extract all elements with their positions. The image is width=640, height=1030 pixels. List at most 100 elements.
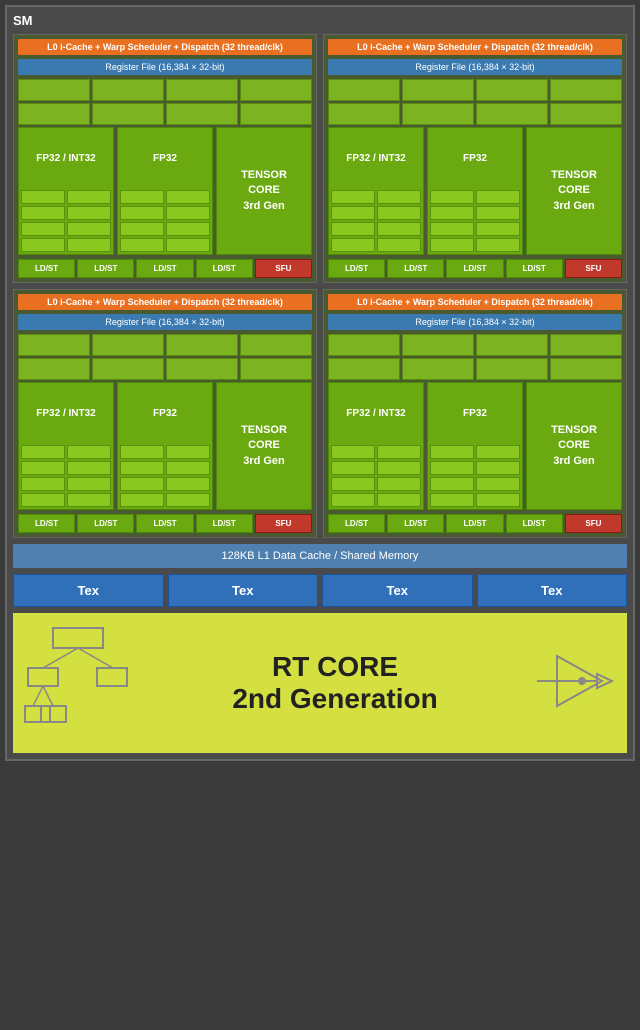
green-cell bbox=[18, 103, 90, 125]
small-cell bbox=[67, 461, 111, 475]
l1-cache-bar: 128KB L1 Data Cache / Shared Memory bbox=[13, 544, 627, 568]
small-cell bbox=[21, 238, 65, 252]
green-cell bbox=[550, 358, 622, 380]
sfu-2: SFU bbox=[565, 259, 622, 278]
small-cell bbox=[430, 493, 474, 507]
ld-st-4: LD/ST bbox=[196, 259, 253, 278]
tex-unit-4: Tex bbox=[477, 574, 628, 607]
small-cell bbox=[377, 477, 421, 491]
small-cell bbox=[120, 461, 164, 475]
fp32-int32-cells-1 bbox=[19, 188, 113, 254]
rt-core-diagrams bbox=[23, 623, 133, 743]
fp32-int32-col-4: FP32 / INT32 bbox=[328, 382, 424, 510]
small-cell bbox=[166, 445, 210, 459]
green-cell bbox=[18, 334, 90, 356]
fp32-col-3: FP32 bbox=[117, 382, 213, 510]
green-cell bbox=[402, 79, 474, 101]
ld-st-8: LD/ST bbox=[506, 259, 563, 278]
l0-cache-bar-2: L0 i-Cache + Warp Scheduler + Dispatch (… bbox=[328, 39, 622, 55]
small-cell bbox=[377, 190, 421, 204]
tensor-col-3: TENSORCORE3rd Gen bbox=[216, 382, 312, 510]
small-cell bbox=[21, 477, 65, 491]
small-cell bbox=[67, 445, 111, 459]
tensor-col-1: TENSORCORE3rd Gen bbox=[216, 127, 312, 255]
top-cells-3 bbox=[18, 334, 312, 380]
rt-core-text: RT CORE 2nd Generation bbox=[153, 651, 517, 715]
ld-st-5: LD/ST bbox=[328, 259, 385, 278]
green-cell bbox=[18, 79, 90, 101]
green-cell bbox=[402, 103, 474, 125]
ld-st-14: LD/ST bbox=[387, 514, 444, 533]
small-cell bbox=[430, 238, 474, 252]
tex-unit-2: Tex bbox=[168, 574, 319, 607]
small-cell bbox=[120, 222, 164, 236]
small-cell bbox=[120, 206, 164, 220]
quadrant-1: L0 i-Cache + Warp Scheduler + Dispatch (… bbox=[13, 34, 317, 283]
compute-cols-3: FP32 / INT32 FP32 bbox=[18, 382, 312, 510]
small-cell bbox=[67, 190, 111, 204]
green-cell bbox=[476, 334, 548, 356]
small-cell bbox=[331, 222, 375, 236]
small-cell bbox=[476, 445, 520, 459]
quadrant-3: L0 i-Cache + Warp Scheduler + Dispatch (… bbox=[13, 289, 317, 538]
small-cell bbox=[430, 206, 474, 220]
small-cell bbox=[476, 461, 520, 475]
green-cell bbox=[18, 358, 90, 380]
green-cell bbox=[476, 358, 548, 380]
l0-cache-bar-3: L0 i-Cache + Warp Scheduler + Dispatch (… bbox=[18, 294, 312, 310]
quadrant-2: L0 i-Cache + Warp Scheduler + Dispatch (… bbox=[323, 34, 627, 283]
small-cell bbox=[476, 206, 520, 220]
compute-cols-1: FP32 / INT32 FP32 bbox=[18, 127, 312, 255]
small-cell bbox=[120, 190, 164, 204]
ld-st-row-2: LD/ST LD/ST LD/ST LD/ST SFU bbox=[328, 259, 622, 278]
register-file-bar-3: Register File (16,384 × 32-bit) bbox=[18, 314, 312, 330]
fp32-int32-col-3: FP32 / INT32 bbox=[18, 382, 114, 510]
ld-st-15: LD/ST bbox=[446, 514, 503, 533]
sfu-4: SFU bbox=[565, 514, 622, 533]
small-cell bbox=[331, 190, 375, 204]
small-cell bbox=[377, 461, 421, 475]
fp32-int32-label-4: FP32 / INT32 bbox=[329, 383, 423, 443]
tensor-col-2: TENSORCORE3rd Gen bbox=[526, 127, 622, 255]
small-cell bbox=[21, 222, 65, 236]
rt-core-arrow-diagram bbox=[527, 641, 617, 726]
fp32-int32-label-2: FP32 / INT32 bbox=[329, 128, 423, 188]
top-cells-2 bbox=[328, 79, 622, 125]
fp32-col-1: FP32 bbox=[117, 127, 213, 255]
small-cell bbox=[377, 493, 421, 507]
ld-st-row-1: LD/ST LD/ST LD/ST LD/ST SFU bbox=[18, 259, 312, 278]
tex-unit-3: Tex bbox=[322, 574, 473, 607]
ld-st-12: LD/ST bbox=[196, 514, 253, 533]
sfu-1: SFU bbox=[255, 259, 312, 278]
green-cell bbox=[328, 103, 400, 125]
small-cell bbox=[166, 190, 210, 204]
ld-st-2: LD/ST bbox=[77, 259, 134, 278]
fp32-cells-3 bbox=[118, 443, 212, 509]
fp32-cells-2 bbox=[428, 188, 522, 254]
small-cell bbox=[166, 493, 210, 507]
small-cell bbox=[476, 477, 520, 491]
small-cell bbox=[476, 222, 520, 236]
register-file-bar-2: Register File (16,384 × 32-bit) bbox=[328, 59, 622, 75]
green-cell bbox=[166, 103, 238, 125]
small-cell bbox=[166, 238, 210, 252]
fp32-label-2: FP32 bbox=[428, 128, 522, 188]
small-cell bbox=[67, 222, 111, 236]
small-cell bbox=[120, 477, 164, 491]
tex-unit-1: Tex bbox=[13, 574, 164, 607]
ld-st-1: LD/ST bbox=[18, 259, 75, 278]
register-file-bar-4: Register File (16,384 × 32-bit) bbox=[328, 314, 622, 330]
top-cells-4 bbox=[328, 334, 622, 380]
tensor-label-1: TENSORCORE3rd Gen bbox=[241, 168, 287, 214]
ld-st-7: LD/ST bbox=[446, 259, 503, 278]
l0-cache-bar-4: L0 i-Cache + Warp Scheduler + Dispatch (… bbox=[328, 294, 622, 310]
ld-st-13: LD/ST bbox=[328, 514, 385, 533]
sm-container: SM L0 i-Cache + Warp Scheduler + Dispatc… bbox=[5, 5, 635, 761]
small-cell bbox=[331, 461, 375, 475]
small-cell bbox=[21, 461, 65, 475]
top-cells-1 bbox=[18, 79, 312, 125]
tensor-col-4: TENSORCORE3rd Gen bbox=[526, 382, 622, 510]
ld-st-6: LD/ST bbox=[387, 259, 444, 278]
green-cell bbox=[328, 79, 400, 101]
fp32-int32-cells-4 bbox=[329, 443, 423, 509]
